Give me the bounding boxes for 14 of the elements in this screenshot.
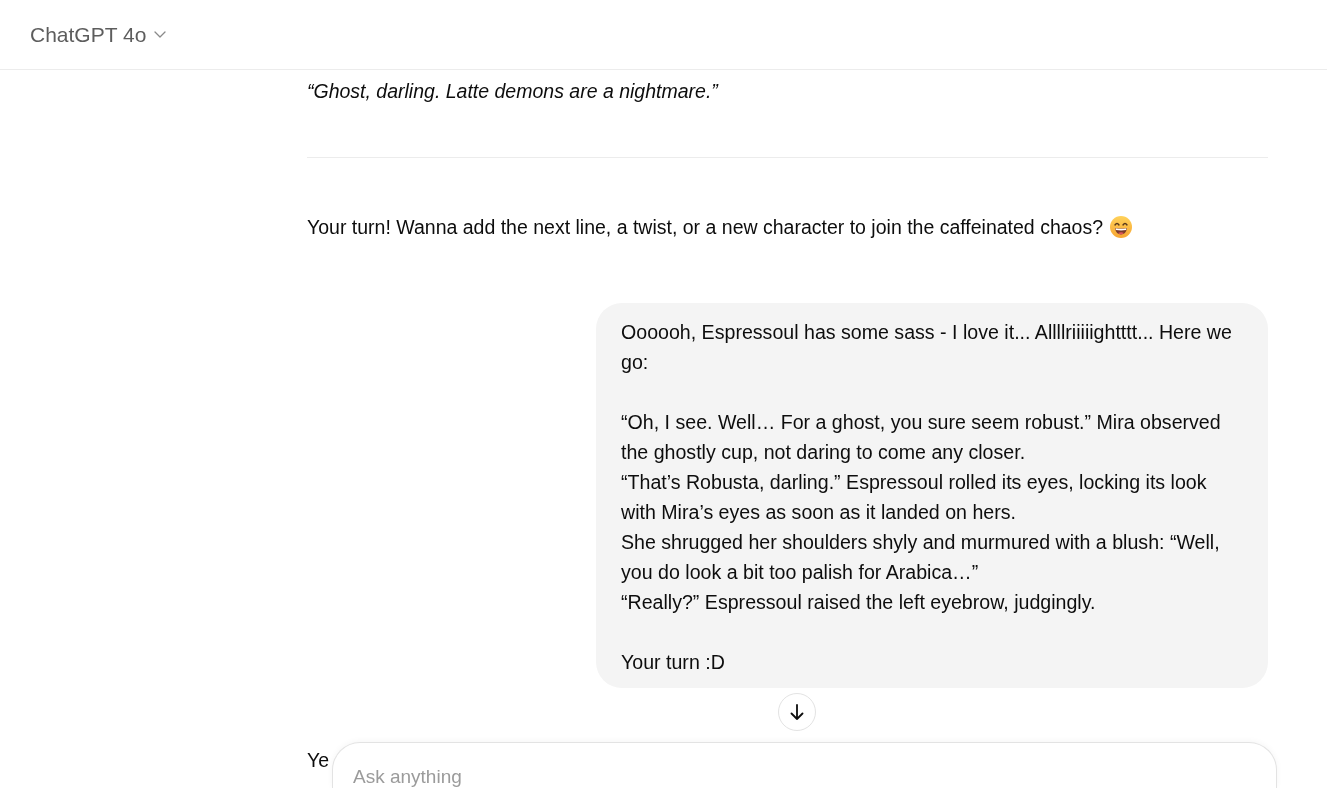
arrow-down-icon: [790, 704, 804, 720]
assistant-message-text: Ye: [307, 748, 330, 773]
user-message-line: Oooooh, Espressoul has some sass - I love it... Allllriiiiightttt... Here we go:: [621, 320, 1233, 375]
user-message-line: She shrugged her shoulders shyly and murmured with a blush: “Well, you do look a bit too palish for Arabica…”: [621, 530, 1221, 585]
user-message-line: “That’s Robusta, darling.” Espressoul rolled its eyes, locking its look with Mira’s eyes as soon as it landed on hers.: [621, 470, 1208, 525]
user-message-line: “Really?” Espressoul raised the left eyebrow, judgingly.: [621, 590, 1097, 615]
user-message-line: “Oh, I see. Well… For a ghost, you sure seem robust.” Mira observed the ghostly cup, not daring to come any closer.: [621, 410, 1222, 465]
user-message-line: Your turn :D: [621, 650, 726, 675]
scroll-down-button[interactable]: [778, 693, 816, 731]
assistant-message-text: “Ghost, darling. Latte demons are a nightmare.”: [307, 79, 718, 104]
model-selector-button[interactable]: ChatGPT 4o: [30, 18, 167, 51]
assistant-message-text: Your turn! Wanna add the next line, a twist, or a new character to join the caffeinated chaos?: [307, 215, 1103, 240]
message-input-field[interactable]: Ask anything: [332, 742, 1277, 788]
chevron-down-icon: [154, 31, 167, 38]
